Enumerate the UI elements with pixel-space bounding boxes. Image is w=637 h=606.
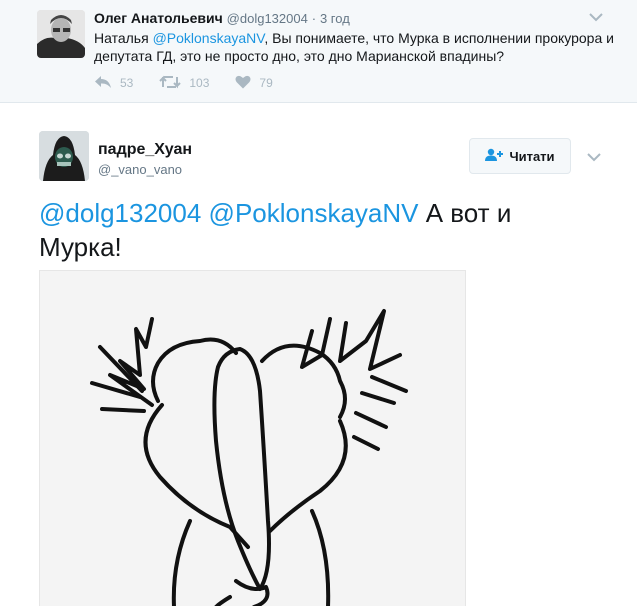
main-author-handle[interactable]: @_vano_vano: [98, 162, 182, 177]
reply-count: 53: [120, 76, 134, 90]
main-tweet: падре_Хуан @_vano_vano Читати @dolg13200…: [0, 104, 637, 606]
parent-tweet[interactable]: Олег Анатольевич @dolg132004 · 3 год Нат…: [0, 0, 637, 103]
parent-actions: 53 103 79: [94, 74, 299, 92]
reply-button[interactable]: 53: [94, 75, 133, 92]
like-icon: [235, 75, 259, 92]
parent-avatar[interactable]: [37, 10, 85, 58]
like-button[interactable]: 79: [235, 75, 273, 92]
follow-button[interactable]: Читати: [469, 138, 571, 174]
reply-icon: [94, 75, 120, 92]
parent-author-name[interactable]: Олег Анатольевич: [94, 10, 223, 26]
mention-link[interactable]: @PoklonskayaNV: [153, 30, 265, 46]
chevron-down-icon[interactable]: [586, 150, 602, 162]
main-tweet-text: @dolg132004 @PoklonskayaNV А вот и Мурка…: [39, 196, 579, 264]
tweet-media-image[interactable]: [39, 270, 466, 606]
retweet-count: 103: [189, 76, 210, 90]
mention-link[interactable]: @dolg132004: [39, 198, 201, 228]
chevron-down-icon[interactable]: [588, 10, 604, 22]
parent-tweet-text: Наталья @PoklonskayaNV, Вы понимаете, чт…: [94, 29, 614, 65]
main-author-name[interactable]: падре_Хуан: [98, 141, 192, 159]
follow-label: Читати: [509, 148, 555, 164]
parent-text-start: Наталья: [94, 30, 153, 46]
main-avatar[interactable]: [39, 131, 89, 181]
retweet-button[interactable]: 103: [159, 75, 209, 92]
parent-author-handle[interactable]: @dolg132004: [227, 11, 308, 26]
follow-person-icon: [485, 148, 509, 165]
mention-link[interactable]: @PoklonskayaNV: [209, 198, 419, 228]
retweet-icon: [159, 75, 189, 92]
separator-dot: ·: [311, 11, 317, 26]
parent-header: Олег Анатольевич @dolg132004 · 3 год: [94, 10, 350, 26]
like-count: 79: [259, 76, 273, 90]
parent-timestamp[interactable]: 3 год: [320, 11, 350, 26]
